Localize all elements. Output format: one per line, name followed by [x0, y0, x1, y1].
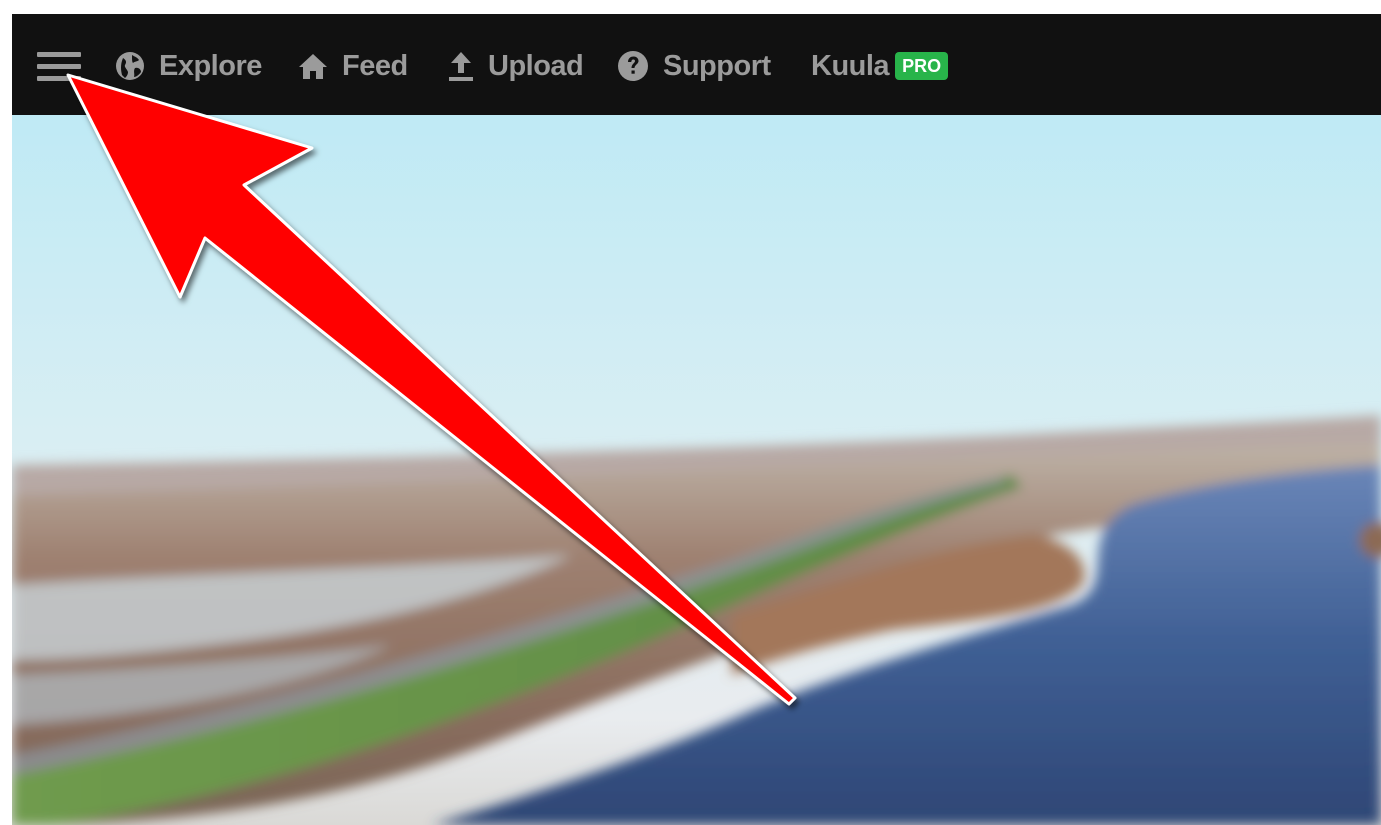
nav-kuula-label: Kuula [811, 49, 890, 82]
hamburger-menu-icon[interactable] [37, 52, 81, 82]
nav-feed[interactable]: Feed [298, 48, 408, 84]
upload-icon [449, 52, 473, 81]
nav-upload[interactable]: Upload [448, 48, 584, 84]
pro-badge: PRO [895, 52, 949, 80]
nav-feed-label: Feed [342, 49, 408, 82]
panorama-image[interactable] [12, 115, 1381, 825]
nav-support[interactable]: Support [617, 48, 771, 84]
app-window: Explore Feed Upload Support Kuula PRO [12, 14, 1381, 825]
nav-kuula-pro[interactable]: Kuula PRO [811, 48, 949, 84]
panorama-scene [12, 115, 1381, 825]
top-navbar: Explore Feed Upload Support Kuula PRO [12, 14, 1381, 115]
globe-icon [116, 52, 144, 80]
help-circle-icon [618, 51, 648, 81]
nav-explore-label: Explore [159, 49, 262, 82]
nav-explore[interactable]: Explore [115, 48, 262, 84]
nav-upload-label: Upload [488, 49, 584, 82]
nav-support-label: Support [663, 49, 771, 82]
home-icon [299, 54, 327, 79]
